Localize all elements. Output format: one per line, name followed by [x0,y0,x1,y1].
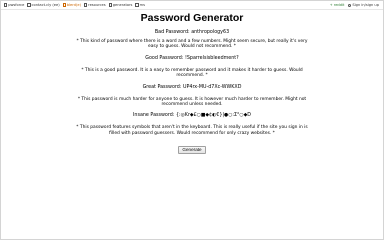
nav-item-label: pwsforce [8,3,25,7]
nav-item-resources[interactable]: resources [83,3,106,7]
nav-item-ms[interactable]: ms [135,3,145,7]
generate-button[interactable]: Generate [178,146,206,155]
insane-password-description: * This password features symbols that ar… [76,125,308,136]
nav-item-label: blerd(e) [66,3,81,7]
good-password-description: * This is a good password. It is a easy … [81,67,303,79]
nav-item-label: generators [112,3,133,7]
nav-item-blerd[interactable]: blerd(e) [62,3,81,7]
bad-password-description: * This kind of password where there is a… [76,39,308,50]
page-icon [135,3,139,7]
folder-icon [83,3,88,7]
nav-account: + reddit Sign in/sign up [330,3,383,7]
nav-links: pwsforce contact.cly (ee) blerd(e) resou… [1,3,145,7]
main-content: Password Generator Bad Password: anthrop… [60,12,324,155]
nav-item-label: contact.cly (ee) [31,3,60,7]
user-icon [348,3,352,7]
nav-item-label: resources [88,3,106,7]
nav-item-label: ms [139,3,145,7]
register-link[interactable]: + reddit [330,3,345,7]
nav-item-generators[interactable]: generators [108,3,133,7]
page-title: Password Generator [140,12,244,24]
sign-in-link[interactable]: Sign in/sign up [348,3,379,7]
nav-item-pwsforce[interactable]: pwsforce [4,3,24,7]
top-navigation: pwsforce contact.cly (ee) blerd(e) resou… [1,1,383,10]
page-icon [62,3,66,7]
sign-in-label: Sign in/sign up [352,3,379,7]
mail-icon [27,3,31,7]
nav-item-contact[interactable]: contact.cly (ee) [27,3,60,7]
globe-icon [4,3,8,7]
gear-icon [108,3,112,7]
great-password-description: * This password is much harder for anyon… [77,96,307,108]
